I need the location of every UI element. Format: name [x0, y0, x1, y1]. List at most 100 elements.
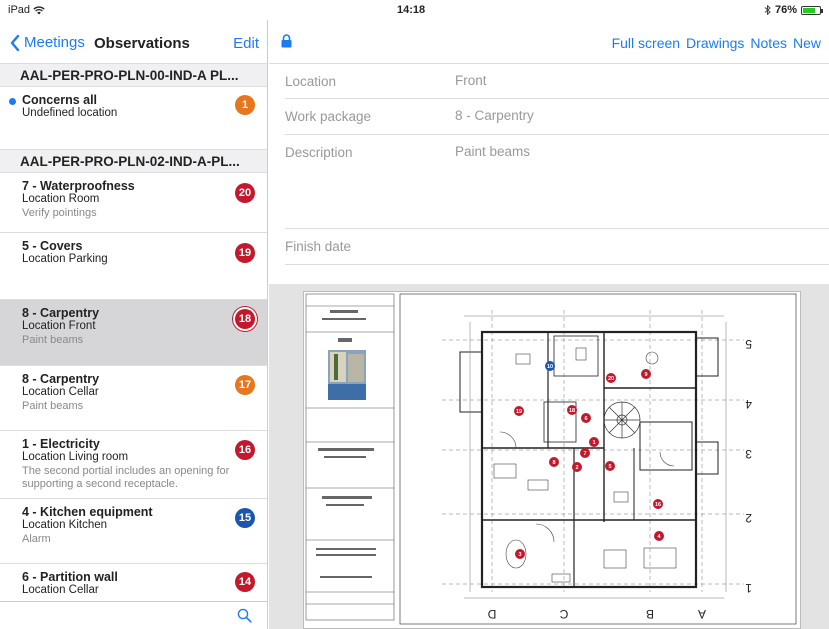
battery-fill	[803, 7, 815, 13]
observation-marker[interactable]: 9	[641, 369, 651, 379]
fixtures	[493, 347, 677, 583]
item-location: Undefined location	[22, 107, 118, 119]
axis-number-label: 1	[745, 581, 752, 595]
chevron-left-icon	[10, 34, 20, 51]
location-value[interactable]: Front	[455, 73, 487, 88]
observation-marker[interactable]: 1	[589, 437, 599, 447]
item-note: Paint beams	[22, 334, 84, 346]
marker-number: 7	[583, 451, 586, 457]
marker-number: 3	[518, 552, 521, 558]
search-icon[interactable]	[237, 608, 252, 623]
item-badge: 16	[235, 440, 255, 460]
item-note: Alarm	[22, 533, 51, 545]
item-title: 8 - Carpentry	[22, 306, 100, 320]
axis-letter-label: C	[559, 607, 568, 621]
item-title: 7 - Waterproofness	[22, 179, 135, 193]
description-value[interactable]: Paint beams	[455, 144, 530, 159]
axis-number-label: 4	[745, 397, 752, 411]
description-field[interactable]: Description Paint beams	[285, 135, 829, 229]
drawing-sheet[interactable]: 54321 DCBA 10 20 18 19 16 1 7 2 8 9 3 4 5 6	[303, 291, 801, 629]
observations-panel: Meetings Observations Edit AAL-PER-PRO-P…	[0, 20, 268, 629]
list-item[interactable]: Concerns all Undefined location 1	[0, 87, 267, 150]
item-badge: 14	[235, 572, 255, 592]
observation-marker[interactable]: 2	[572, 462, 582, 472]
item-badge: 20	[235, 183, 255, 203]
observation-marker[interactable]: 7	[580, 448, 590, 458]
section-header: AAL-PER-PRO-PLN-00-IND-A PL...	[0, 64, 267, 87]
field-label: Location	[285, 74, 337, 89]
status-time: 14:18	[397, 4, 426, 16]
observation-marker[interactable]: 4	[654, 531, 664, 541]
field-label: Work package	[285, 109, 372, 124]
back-label: Meetings	[24, 34, 85, 51]
observation-marker[interactable]: 19	[514, 406, 524, 416]
marker-number: 10	[547, 364, 553, 370]
item-badge: 15	[235, 508, 255, 528]
drawings-button[interactable]: Drawings	[686, 35, 744, 51]
unread-dot-icon	[9, 98, 16, 105]
observation-markers[interactable]: 10 20 18 19 16 17 2 8 9 3 4 5 6	[514, 361, 664, 559]
marker-number: 5	[608, 464, 611, 470]
device-label: iPad	[8, 4, 31, 16]
list-item[interactable]: 4 - Kitchen equipment Location Kitchen A…	[0, 499, 267, 564]
edit-button[interactable]: Edit	[233, 35, 259, 52]
item-badge: 19	[235, 243, 255, 263]
bluetooth-icon	[764, 5, 771, 15]
item-title: Concerns all	[22, 93, 98, 107]
list-item[interactable]: 5 - Covers Location Parking 19	[0, 233, 267, 300]
observation-marker[interactable]: 10	[545, 361, 555, 371]
item-location: Location Parking	[22, 253, 108, 265]
status-bar: iPad 14:18 76%	[0, 0, 829, 20]
item-title: 4 - Kitchen equipment	[22, 505, 153, 519]
marker-number: 16	[655, 502, 661, 508]
observation-marker[interactable]: 3	[515, 549, 525, 559]
observation-marker[interactable]: 18	[567, 405, 577, 415]
battery-percent: 76%	[774, 4, 797, 16]
axis-letter-label: D	[487, 607, 496, 621]
axis-number-label: 2	[745, 511, 752, 525]
observation-marker[interactable]: 5	[605, 461, 615, 471]
floor-plan[interactable]: 54321 DCBA 1020181916172893456	[304, 292, 802, 629]
building-photo	[328, 350, 366, 400]
item-note: Verify pointings	[22, 207, 97, 219]
axis-number-label: 3	[745, 447, 752, 461]
observation-detail: Full screen Drawings Notes New Location …	[269, 20, 829, 629]
full-screen-button[interactable]: Full screen	[612, 35, 680, 51]
battery-icon	[801, 5, 823, 15]
axis-grid	[442, 310, 744, 592]
item-location: Location Living room	[22, 451, 129, 463]
lock-icon[interactable]	[281, 34, 292, 48]
work-package-value[interactable]: 8 - Carpentry	[455, 108, 534, 123]
item-badge: 17	[235, 375, 255, 395]
marker-number: 6	[584, 416, 587, 422]
item-location: Location Room	[22, 193, 100, 205]
item-location: Location Kitchen	[22, 519, 108, 531]
marker-number: 18	[569, 408, 575, 414]
notes-button[interactable]: Notes	[750, 35, 787, 51]
axis-letter-labels: DCBA	[487, 607, 706, 621]
status-right: 76%	[764, 4, 823, 16]
marker-number: 20	[608, 376, 614, 382]
back-button[interactable]: Meetings	[10, 34, 85, 51]
item-title: 6 - Partition wall	[22, 570, 118, 584]
observation-marker[interactable]: 20	[606, 373, 616, 383]
finish-date-field[interactable]: Finish date	[285, 229, 829, 265]
observation-marker[interactable]: 6	[581, 413, 591, 423]
work-package-field[interactable]: Work package 8 - Carpentry	[285, 99, 829, 135]
axis-letter-label: A	[698, 607, 706, 621]
observation-marker[interactable]: 8	[549, 457, 559, 467]
dimension-lines	[464, 315, 727, 599]
observation-marker[interactable]: 16	[653, 499, 663, 509]
list-item-selected[interactable]: 8 - Carpentry Location Front Paint beams…	[0, 300, 267, 366]
status-left: iPad	[8, 4, 45, 16]
axis-number-label: 5	[745, 337, 752, 351]
item-title: 1 - Electricity	[22, 437, 100, 451]
list-item[interactable]: 7 - Waterproofness Location Room Verify …	[0, 173, 267, 233]
drawing-viewer[interactable]: 54321 DCBA 10 20 18 19 16 1 7 2 8 9 3 4 5 6	[269, 284, 829, 629]
new-button[interactable]: New	[793, 35, 821, 51]
item-location: Location Cellar	[22, 386, 99, 398]
location-field[interactable]: Location Front	[285, 64, 829, 99]
list-item[interactable]: 1 - Electricity Location Living room The…	[0, 431, 267, 499]
list-item[interactable]: 8 - Carpentry Location Cellar Paint beam…	[0, 366, 267, 431]
axis-letter-label: B	[646, 607, 654, 621]
